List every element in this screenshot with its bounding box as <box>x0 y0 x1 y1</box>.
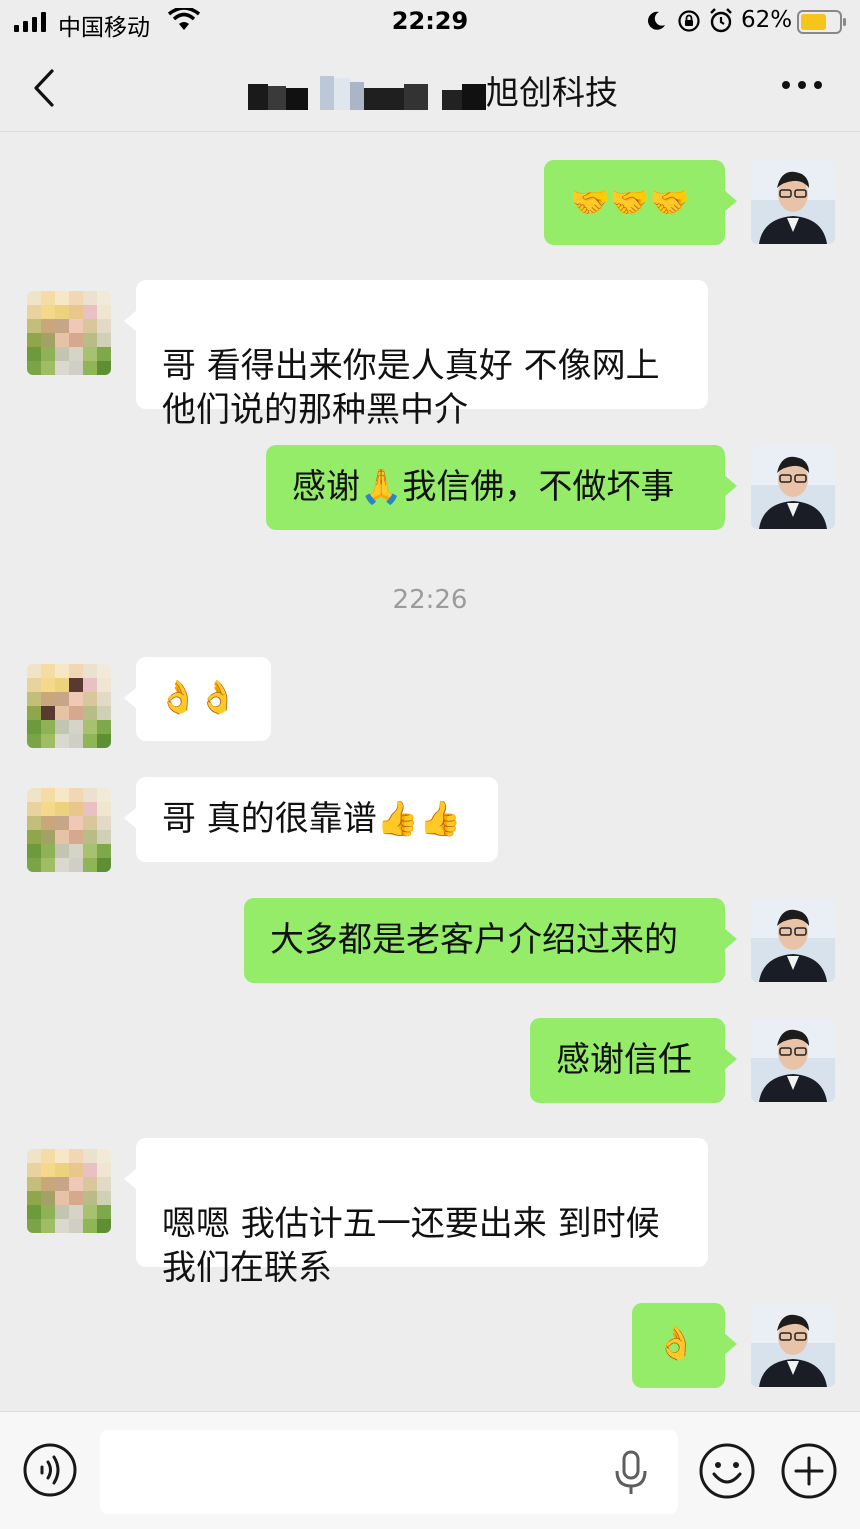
message-text: 🤝🤝🤝 <box>570 183 690 221</box>
my-avatar[interactable] <box>751 1018 835 1102</box>
message-text: 感谢🙏我信佛，不做坏事 <box>292 467 675 507</box>
battery-icon <box>797 10 846 34</box>
my-avatar[interactable] <box>751 445 835 529</box>
message-bubble-out[interactable]: 🤝🤝🤝 <box>544 160 737 245</box>
message-text: 大多都是老客户介绍过来的 <box>270 920 678 960</box>
battery-percent: 62% <box>741 7 793 33</box>
input-bar <box>0 1411 860 1529</box>
moon-icon <box>648 11 665 30</box>
chat-title: 旭创科技 <box>486 73 618 112</box>
message-bubble-in[interactable]: 哥 真的很靠谱👍👍 <box>124 777 498 862</box>
message-text: 👌 <box>656 1324 696 1362</box>
message-input[interactable] <box>100 1430 678 1514</box>
my-avatar[interactable] <box>751 898 835 982</box>
my-avatar[interactable] <box>751 1303 835 1387</box>
contact-avatar-pixelated[interactable] <box>27 788 111 872</box>
message-text: 嗯嗯 我估计五一还要出来 到时候 我们在联系 <box>162 1204 660 1288</box>
chat-screen: 中国移动 22:29 62% 旭创科技 🤝🤝🤝 哥 看得出来你是人真好 不像网上… <box>0 0 860 1529</box>
plus-icon[interactable] <box>780 1442 838 1500</box>
rotation-lock-icon <box>678 10 700 32</box>
voice-mode-icon[interactable] <box>22 1442 78 1498</box>
chat-timestamp: 22:26 <box>392 585 468 615</box>
message-bubble-in[interactable]: 👌👌 <box>124 657 271 741</box>
microphone-icon[interactable] <box>613 1450 649 1496</box>
status-bar: 中国移动 22:29 62% <box>0 0 860 44</box>
my-avatar[interactable] <box>751 160 835 244</box>
pixelated-title-mask <box>248 76 486 110</box>
message-bubble-out[interactable]: 大多都是老客户介绍过来的 <box>244 898 737 983</box>
message-bubble-out[interactable]: 感谢信任 <box>530 1018 737 1103</box>
alarm-icon <box>710 8 732 33</box>
message-bubble-in[interactable]: 哥 看得出来你是人真好 不像网上 他们说的那种黑中介 <box>124 280 708 430</box>
message-bubble-out[interactable]: 感谢🙏我信佛，不做坏事 <box>266 445 737 530</box>
message-text: 👌👌 <box>158 678 238 716</box>
message-list[interactable]: 🤝🤝🤝 哥 看得出来你是人真好 不像网上 他们说的那种黑中介 感谢🙏我信佛，不做… <box>0 133 860 1411</box>
nav-bar: 旭创科技 <box>0 44 860 132</box>
message-text: 哥 看得出来你是人真好 不像网上 他们说的那种黑中介 <box>162 346 660 430</box>
more-dots-icon[interactable] <box>780 78 824 92</box>
message-bubble-out[interactable]: 👌 <box>632 1303 737 1388</box>
contact-avatar-pixelated[interactable] <box>27 664 111 748</box>
message-text: 感谢信任 <box>556 1040 692 1080</box>
message-text: 哥 真的很靠谱👍👍 <box>162 799 462 839</box>
contact-avatar-pixelated[interactable] <box>27 291 111 375</box>
contact-avatar-pixelated[interactable] <box>27 1149 111 1233</box>
message-bubble-in[interactable]: 嗯嗯 我估计五一还要出来 到时候 我们在联系 <box>124 1138 708 1288</box>
emoji-icon[interactable] <box>698 1442 756 1500</box>
chevron-left-icon[interactable] <box>28 68 62 108</box>
